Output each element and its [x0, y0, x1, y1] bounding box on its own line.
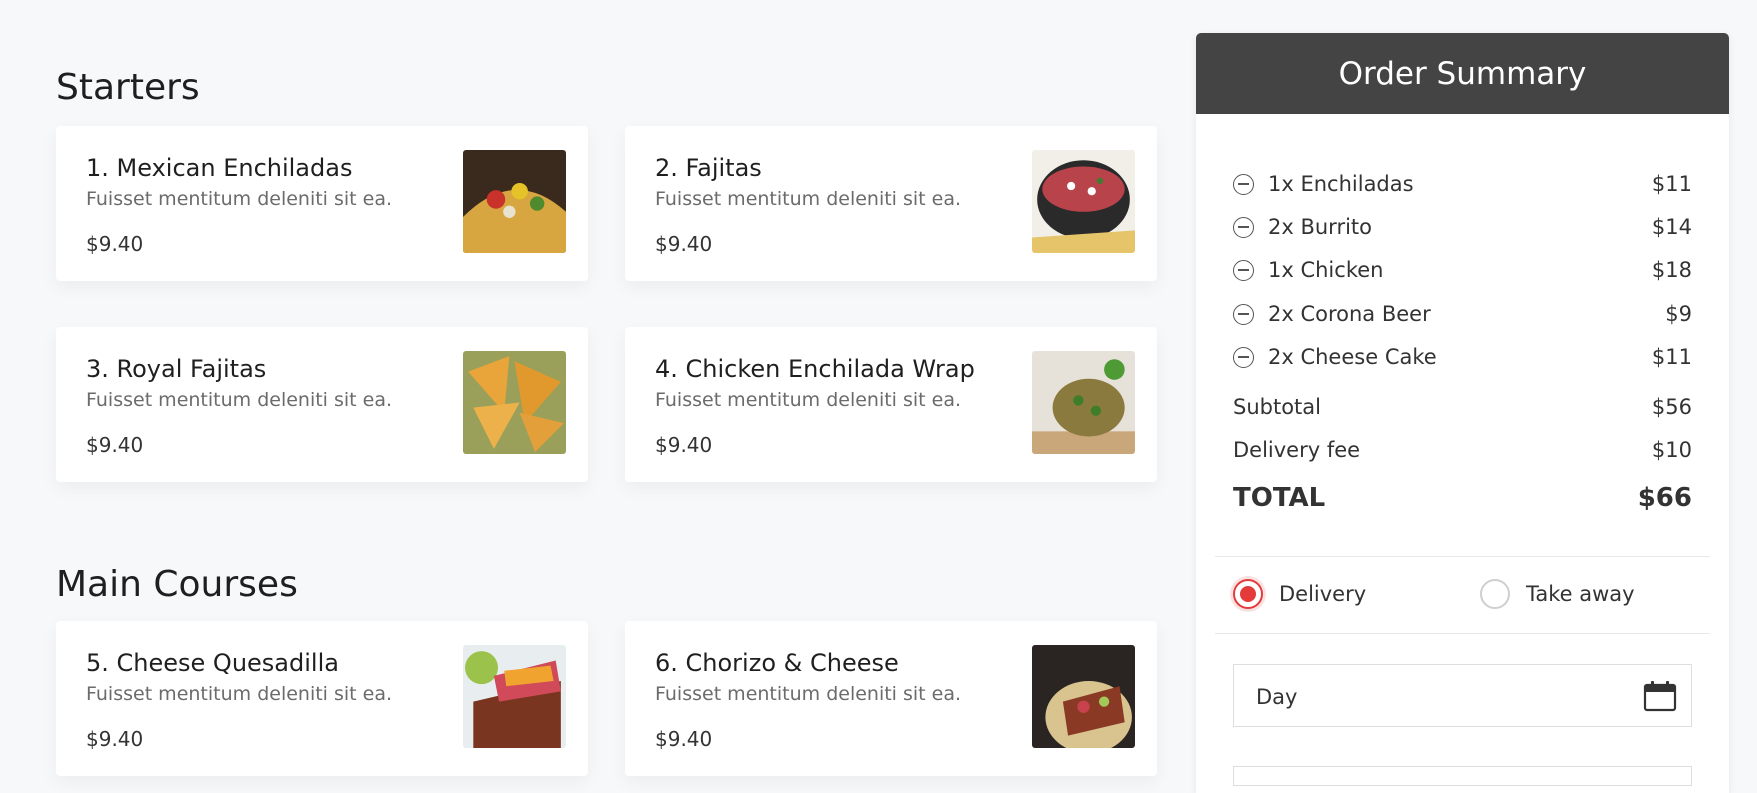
order-item-label: 1x Enchiladas: [1268, 172, 1414, 196]
order-summary-title: Order Summary: [1196, 33, 1729, 114]
section-title-starters: Starters: [56, 67, 200, 108]
menu-item-name: 6. Chorizo & Cheese: [655, 649, 899, 677]
takeaway-option-radio[interactable]: Take away: [1480, 579, 1635, 609]
order-item-price: $18: [1651, 258, 1692, 282]
menu-item-description: Fuisset mentitum deleniti sit ea.: [86, 389, 393, 411]
menu-item-name: 3. Royal Fajitas: [86, 355, 267, 383]
total-row: TOTAL $66: [1233, 483, 1692, 513]
menu-item-description: Fuisset mentitum deleniti sit ea.: [655, 389, 962, 411]
menu-item-name: 5. Cheese Quesadilla: [86, 649, 339, 677]
delivery-fee-row: Delivery fee $10: [1233, 438, 1692, 462]
delivery-option-radio[interactable]: Delivery: [1233, 579, 1366, 609]
remove-item-icon[interactable]: [1233, 259, 1254, 281]
time-picker-field[interactable]: [1233, 766, 1692, 786]
order-item-price: $9: [1665, 302, 1692, 326]
order-item-row: 2x Corona Beer $9: [1233, 299, 1692, 329]
menu-item-image: [1032, 645, 1135, 748]
menu-item-name: 1. Mexican Enchiladas: [86, 154, 353, 182]
menu-item-image: [1032, 351, 1135, 454]
divider: [1215, 633, 1710, 634]
menu-item-name: 4. Chicken Enchilada Wrap: [655, 355, 975, 383]
order-item-row: 1x Enchiladas $11: [1233, 169, 1692, 199]
order-item-price: $11: [1651, 345, 1692, 369]
menu-item-description: Fuisset mentitum deleniti sit ea.: [86, 188, 393, 210]
menu-item-image: [1032, 150, 1135, 253]
menu-item-price: $9.40: [86, 232, 144, 256]
menu-item-image: [463, 351, 566, 454]
order-item-price: $11: [1651, 172, 1692, 196]
order-item-price: $14: [1651, 215, 1692, 239]
menu-item-price: $9.40: [655, 433, 713, 457]
section-title-main-courses: Main Courses: [56, 564, 298, 605]
menu-item-card[interactable]: 6. Chorizo & Cheese Fuisset mentitum del…: [625, 621, 1157, 776]
takeaway-option-label: Take away: [1526, 582, 1635, 606]
menu-item-price: $9.40: [86, 727, 144, 751]
delivery-fee-value: $10: [1651, 438, 1692, 462]
day-picker-field[interactable]: Day: [1233, 664, 1692, 727]
remove-item-icon[interactable]: [1233, 346, 1254, 368]
remove-item-icon[interactable]: [1233, 303, 1254, 325]
order-item-row: 2x Burrito $14: [1233, 212, 1692, 242]
order-item-label: 2x Cheese Cake: [1268, 345, 1437, 369]
menu-item-card[interactable]: 5. Cheese Quesadilla Fuisset mentitum de…: [56, 621, 588, 776]
order-item-row: 1x Chicken $18: [1233, 255, 1692, 285]
menu-item-price: $9.40: [655, 232, 713, 256]
radio-selected-icon: [1233, 579, 1263, 609]
menu-item-card[interactable]: 3. Royal Fajitas Fuisset mentitum deleni…: [56, 327, 588, 482]
radio-unselected-icon: [1480, 579, 1510, 609]
order-item-label: 2x Corona Beer: [1268, 302, 1431, 326]
menu-item-description: Fuisset mentitum deleniti sit ea.: [655, 188, 962, 210]
remove-item-icon[interactable]: [1233, 173, 1254, 195]
menu-item-card[interactable]: 4. Chicken Enchilada Wrap Fuisset mentit…: [625, 327, 1157, 482]
subtotal-label: Subtotal: [1233, 395, 1321, 419]
menu-item-card[interactable]: 2. Fajitas Fuisset mentitum deleniti sit…: [625, 126, 1157, 281]
order-item-row: 2x Cheese Cake $11: [1233, 342, 1692, 372]
menu-item-price: $9.40: [655, 727, 713, 751]
menu-item-image: [463, 150, 566, 253]
subtotal-value: $56: [1651, 395, 1692, 419]
order-item-label: 1x Chicken: [1268, 258, 1384, 282]
delivery-option-label: Delivery: [1279, 582, 1367, 606]
total-value: $66: [1637, 483, 1692, 513]
menu-item-price: $9.40: [86, 433, 144, 457]
order-item-label: 2x Burrito: [1268, 215, 1372, 239]
menu-item-card[interactable]: 1. Mexican Enchiladas Fuisset mentitum d…: [56, 126, 588, 281]
delivery-fee-label: Delivery fee: [1233, 438, 1361, 462]
calendar-icon: [1643, 681, 1677, 712]
total-label: TOTAL: [1233, 483, 1326, 513]
remove-item-icon[interactable]: [1233, 216, 1254, 238]
order-summary-panel: Order Summary 1x Enchiladas $11 2x Burri…: [1196, 33, 1729, 793]
day-field-label: Day: [1256, 685, 1298, 709]
menu-item-description: Fuisset mentitum deleniti sit ea.: [655, 683, 962, 705]
menu-item-image: [463, 645, 566, 748]
divider: [1215, 556, 1710, 557]
menu-item-name: 2. Fajitas: [655, 154, 762, 182]
menu-item-description: Fuisset mentitum deleniti sit ea.: [86, 683, 393, 705]
subtotal-row: Subtotal $56: [1233, 395, 1692, 419]
